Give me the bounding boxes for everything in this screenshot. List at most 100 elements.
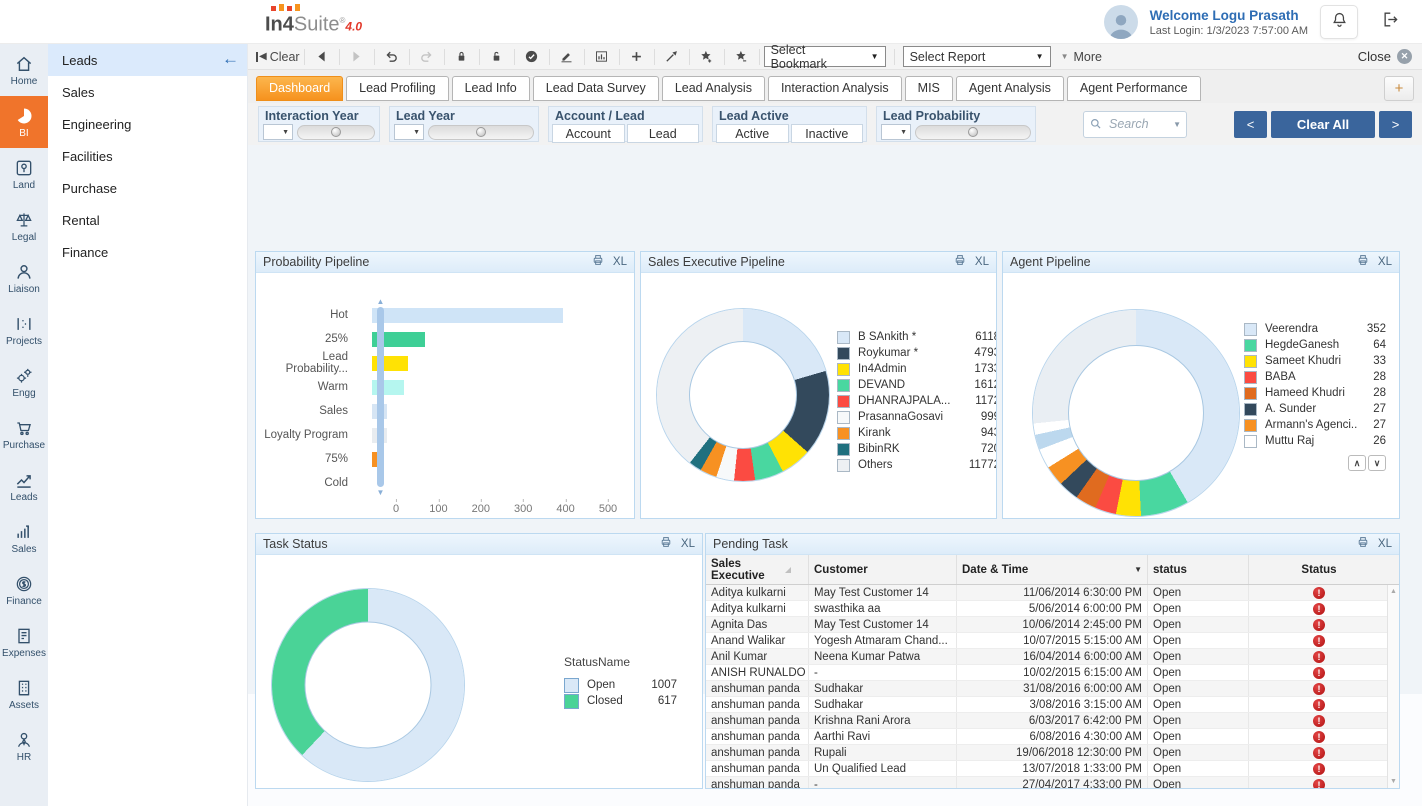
rail-item-assets[interactable]: Assets [0, 668, 48, 720]
legend-item-armann-s-agenci[interactable]: Armann's Agenci...27 [1244, 417, 1386, 433]
tab-lead-data-survey[interactable]: Lead Data Survey [533, 76, 659, 101]
search-input[interactable] [1107, 116, 1169, 132]
export-xl-button[interactable]: XL [681, 538, 695, 550]
slider-knob[interactable] [331, 127, 341, 137]
legend-item-roykumar[interactable]: Roykumar *4793 [837, 345, 996, 361]
export-xl-button[interactable]: XL [975, 256, 989, 268]
table-row[interactable]: Aditya kulkarniMay Test Customer 1411/06… [706, 585, 1399, 601]
menu-item-finance[interactable]: Finance [48, 236, 247, 268]
column-header-status[interactable]: status [1148, 555, 1249, 584]
legend-item-dhanrajpala[interactable]: DHANRAJPALA...1172 [837, 393, 996, 409]
annotate-button[interactable] [659, 46, 685, 68]
rail-item-purchase[interactable]: Purchase [0, 408, 48, 460]
rail-item-legal[interactable]: Legal [0, 200, 48, 252]
slider-knob[interactable] [968, 127, 978, 137]
table-scrollbar[interactable]: ▲▼ [1387, 585, 1399, 788]
donut-chart[interactable] [272, 589, 464, 781]
rail-item-engg[interactable]: Engg [0, 356, 48, 408]
legend-item-prasannagosavi[interactable]: PrasannaGosavi999 [837, 409, 996, 425]
scroll-up-icon[interactable]: ▲ [1390, 588, 1397, 595]
filter-dropdown[interactable]: ▼ [394, 124, 424, 140]
legend-item-bibinrk[interactable]: BibinRK720 [837, 441, 996, 457]
print-icon[interactable] [591, 253, 605, 272]
approve-button[interactable] [519, 46, 545, 68]
print-icon[interactable] [659, 535, 673, 554]
table-row[interactable]: anshuman panda-27/04/2017 4:33:00 PMOpen… [706, 777, 1399, 788]
print-icon[interactable] [1356, 253, 1370, 272]
legend-item-a-sunder[interactable]: A. Sunder27 [1244, 401, 1386, 417]
column-header-sales-executive[interactable]: Sales Executive [706, 555, 809, 584]
tab-agent-performance[interactable]: Agent Performance [1067, 76, 1201, 101]
select-report-dropdown[interactable]: Select Report▼ [903, 46, 1051, 67]
tab-mis[interactable]: MIS [905, 76, 953, 101]
legend-item-kirank[interactable]: Kirank943 [837, 425, 996, 441]
menu-item-leads[interactable]: Leads [48, 44, 247, 76]
back-button[interactable] [309, 46, 335, 68]
legend-item-in4admin[interactable]: In4Admin1733 [837, 361, 996, 377]
menu-item-facilities[interactable]: Facilities [48, 140, 247, 172]
legend-scroll-down-icon[interactable]: ∨ [1368, 455, 1386, 471]
export-xl-button[interactable]: XL [1378, 256, 1392, 268]
edit-button[interactable] [554, 46, 580, 68]
filter-option-active[interactable]: Active [716, 124, 789, 143]
logout-button[interactable] [1370, 5, 1408, 39]
forward-button[interactable] [344, 46, 370, 68]
donut-chart[interactable] [1033, 310, 1239, 516]
legend-item-muttu-raj[interactable]: Muttu Raj26 [1244, 433, 1386, 449]
more-button[interactable]: ▼ More [1061, 50, 1102, 64]
legend-item-veerendra[interactable]: Veerendra352 [1244, 321, 1386, 337]
rail-item-projects[interactable]: Projects [0, 304, 48, 356]
step-back-clear-button[interactable]: ◀ Clear [256, 46, 300, 68]
bar-hot[interactable] [372, 308, 563, 323]
table-row[interactable]: Aditya kulkarniswasthika aa5/06/2014 6:0… [706, 601, 1399, 617]
legend-scroll-up-icon[interactable]: ∧ [1348, 455, 1366, 471]
lock-button[interactable] [449, 46, 475, 68]
filter-slider[interactable] [428, 125, 534, 140]
tab-lead-profiling[interactable]: Lead Profiling [346, 76, 448, 101]
clear-all-button[interactable]: Clear All [1271, 111, 1375, 138]
prev-button[interactable]: < [1234, 111, 1267, 138]
tab-dashboard[interactable]: Dashboard [256, 76, 343, 101]
table-row[interactable]: Agnita DasMay Test Customer 1410/06/2014… [706, 617, 1399, 633]
rail-item-bi[interactable]: BI [0, 96, 48, 148]
redo-button[interactable] [414, 46, 440, 68]
chart-scrollbar[interactable]: ▲▼ [377, 307, 384, 487]
avatar[interactable] [1104, 5, 1138, 39]
filter-slider[interactable] [297, 125, 375, 140]
table-row[interactable]: Anil KumarNeena Kumar Patwa16/04/2014 6:… [706, 649, 1399, 665]
filter-option-account[interactable]: Account [552, 124, 625, 143]
undo-button[interactable] [379, 46, 405, 68]
export-xl-button[interactable]: XL [613, 256, 627, 268]
next-button[interactable]: > [1379, 111, 1412, 138]
table-row[interactable]: Anand WalikarYogesh Atmaram Chand...10/0… [706, 633, 1399, 649]
legend-item-open[interactable]: Open1007 [564, 677, 677, 693]
rail-item-hr[interactable]: HR [0, 720, 48, 772]
print-icon[interactable] [953, 253, 967, 272]
filter-dropdown[interactable]: ▼ [881, 124, 911, 140]
chart-button[interactable] [589, 46, 615, 68]
menu-item-purchase[interactable]: Purchase [48, 172, 247, 204]
rail-item-leads[interactable]: Leads [0, 460, 48, 512]
add-tab-button[interactable]: + [1384, 76, 1414, 101]
print-icon[interactable] [1356, 535, 1370, 554]
tab-agent-analysis[interactable]: Agent Analysis [956, 76, 1064, 101]
menu-item-sales[interactable]: Sales [48, 76, 247, 108]
column-header-date-time[interactable]: Date & Time▼ [957, 555, 1148, 584]
close-button[interactable]: Close ✕ [1358, 49, 1412, 64]
rail-item-home[interactable]: Home [0, 44, 48, 96]
donut-chart[interactable] [657, 309, 829, 481]
tab-lead-analysis[interactable]: Lead Analysis [662, 76, 765, 101]
legend-item-b-sankith[interactable]: B SAnkith *6118 [837, 329, 996, 345]
legend-item-hameed-khudri[interactable]: Hameed Khudri28 [1244, 385, 1386, 401]
add-button[interactable] [624, 46, 650, 68]
table-row[interactable]: anshuman pandaAarthi Ravi6/08/2016 4:30:… [706, 729, 1399, 745]
filter-option-inactive[interactable]: Inactive [791, 124, 864, 143]
legend-item-hegdeganesh[interactable]: HegdeGanesh64 [1244, 337, 1386, 353]
tab-interaction-analysis[interactable]: Interaction Analysis [768, 76, 902, 101]
table-row[interactable]: anshuman pandaSudhakar3/08/2016 3:15:00 … [706, 697, 1399, 713]
legend-item-sameet-khudri[interactable]: Sameet Khudri33 [1244, 353, 1386, 369]
bookmark-remove-button[interactable] [729, 46, 755, 68]
legend-item-devand[interactable]: DEVAND1612 [837, 377, 996, 393]
slider-knob[interactable] [476, 127, 486, 137]
legend-item-baba[interactable]: BABA28 [1244, 369, 1386, 385]
